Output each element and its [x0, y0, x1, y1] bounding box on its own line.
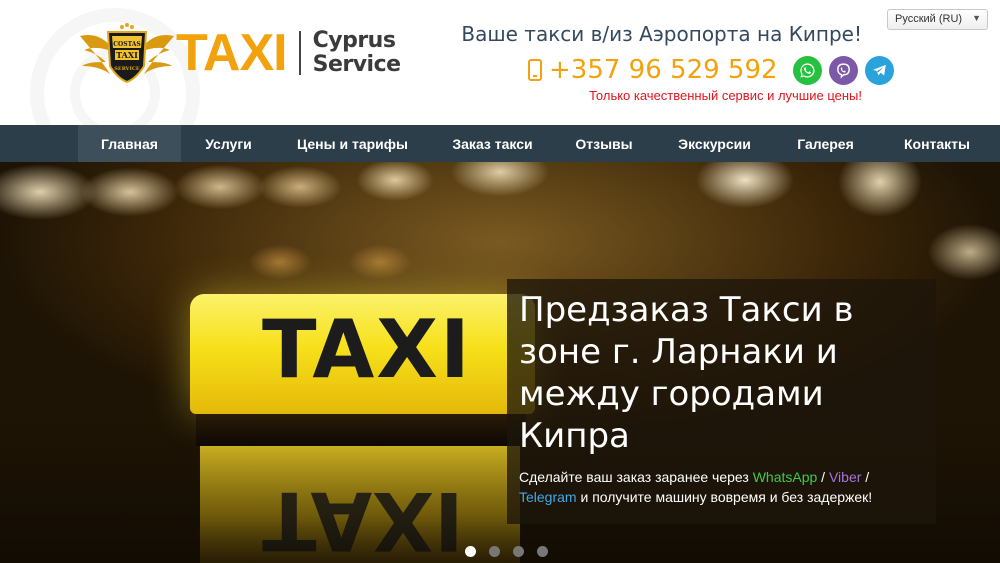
- contact-row: +357 96 529 592: [528, 55, 894, 85]
- slider-pagination: [465, 546, 561, 557]
- site-logo[interactable]: COSTAS TAXI SERVICE TAXI Cyprus Service: [78, 22, 401, 84]
- emblem-text-bottom: SERVICE: [114, 66, 140, 72]
- taxi-sign-text: TAXI: [262, 303, 472, 396]
- nav-item-contacts[interactable]: Контакты: [874, 125, 1000, 162]
- taxi-emblem-icon: COSTAS TAXI SERVICE: [80, 23, 174, 84]
- emblem-text-mid: TAXI: [116, 50, 138, 60]
- telegram-icon: [872, 64, 886, 75]
- nav-item-reviews[interactable]: Отзывы: [556, 125, 652, 162]
- logo-word: TAXI: [176, 24, 288, 82]
- chevron-down-icon: ▼: [972, 13, 981, 23]
- slide-description: Сделайте ваш заказ заранее через WhatsAp…: [519, 467, 924, 507]
- logo-subtitle: Cyprus Service: [312, 27, 401, 77]
- promo-text: Только качественный сервис и лучшие цены…: [588, 88, 862, 103]
- nav-item-home[interactable]: Главная: [78, 125, 181, 162]
- slider-dot-1[interactable]: [465, 546, 476, 557]
- mobile-phone-icon: [528, 59, 542, 81]
- page: COSTAS TAXI SERVICE TAXI Cyprus Service …: [0, 0, 1000, 563]
- viber-button[interactable]: [828, 55, 858, 85]
- slider-dot-4[interactable]: [537, 546, 548, 557]
- logo-divider: [298, 31, 301, 75]
- header-tagline: Ваше такси в/из Аэропорта на Кипре!: [461, 22, 862, 46]
- slide-separator-1: /: [817, 469, 829, 485]
- slide-text-after: и получите машину вовремя и без задержек…: [576, 489, 873, 505]
- whatsapp-button[interactable]: [792, 55, 822, 85]
- nav-item-gallery[interactable]: Галерея: [777, 125, 874, 162]
- site-header: COSTAS TAXI SERVICE TAXI Cyprus Service …: [0, 0, 1000, 178]
- nav-item-excursions[interactable]: Экскурсии: [652, 125, 777, 162]
- nav-item-order-taxi[interactable]: Заказ такси: [429, 125, 556, 162]
- viber-link[interactable]: Viber: [829, 469, 861, 485]
- slider-dot-3[interactable]: [513, 546, 524, 557]
- slide-separator-2: /: [861, 469, 870, 485]
- main-nav: Главная Услуги Цены и тарифы Заказ такси…: [0, 125, 1000, 162]
- slider-dot-2[interactable]: [489, 546, 500, 557]
- nav-item-services[interactable]: Услуги: [181, 125, 276, 162]
- logo-sub-line1: Cyprus: [312, 27, 396, 53]
- language-select[interactable]: Русский (RU) ▼: [887, 9, 988, 30]
- logo-sub-line2: Service: [312, 52, 401, 77]
- telegram-button[interactable]: [864, 55, 894, 85]
- slide-caption: Предзаказ Такси в зоне г. Ларнаки и межд…: [507, 279, 936, 524]
- telegram-link[interactable]: Telegram: [519, 489, 577, 505]
- hero-slider[interactable]: TAXI TAXI Предзаказ Такси в зоне г. Ларн…: [0, 162, 1000, 563]
- nav-item-prices[interactable]: Цены и тарифы: [276, 125, 429, 162]
- slide-title: Предзаказ Такси в зоне г. Ларнаки и межд…: [519, 290, 854, 456]
- whatsapp-link[interactable]: WhatsApp: [753, 469, 818, 485]
- emblem-text-top: COSTAS: [113, 41, 140, 48]
- phone-number-link[interactable]: +357 96 529 592: [549, 55, 778, 85]
- whatsapp-icon: [799, 62, 815, 78]
- viber-icon: [836, 62, 850, 79]
- slide-text-before: Сделайте ваш заказ заранее через: [519, 469, 753, 485]
- language-selected-label: Русский (RU): [895, 13, 963, 25]
